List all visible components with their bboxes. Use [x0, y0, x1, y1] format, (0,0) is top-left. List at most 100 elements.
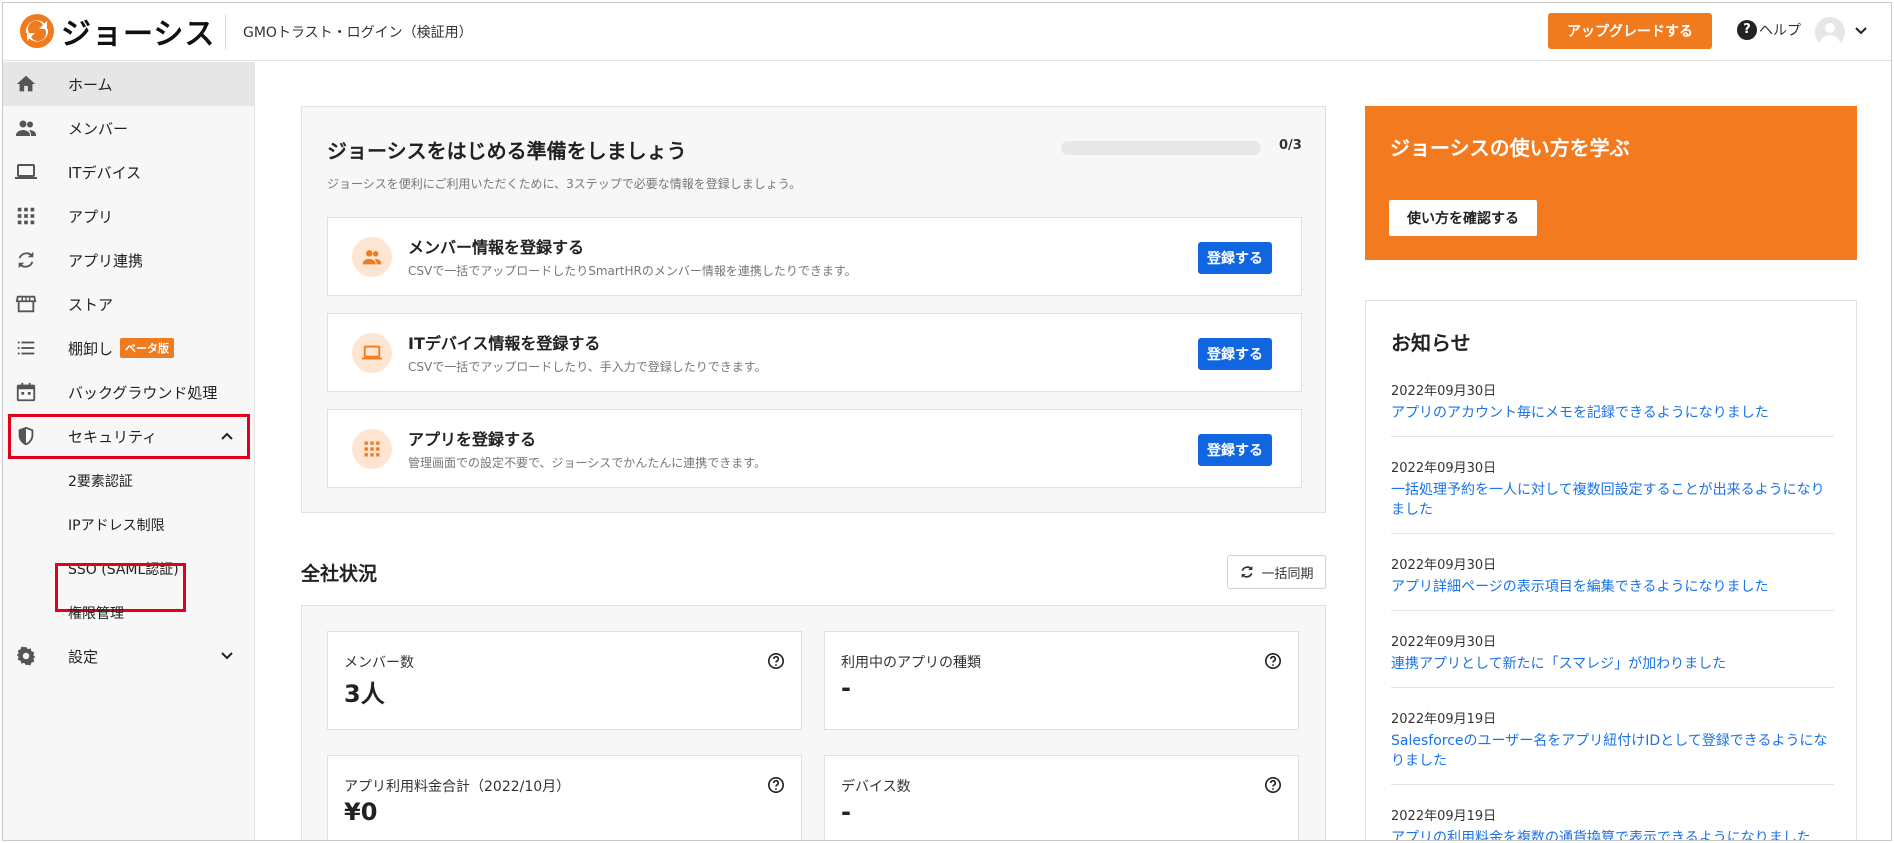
bulk-sync-button[interactable]: 一括同期 [1227, 555, 1326, 589]
sidebar-item-label: ストア [68, 295, 114, 314]
divider [1391, 533, 1834, 534]
stat-label: 利用中のアプリの種類 [841, 655, 981, 671]
stat-card-app-fees: アプリ利用料金合計（2022/10月） ¥0 [327, 755, 802, 840]
help-icon: ? [1737, 20, 1757, 40]
sidebar-item-apps[interactable]: アプリ [3, 194, 255, 238]
people-icon [352, 237, 392, 277]
sidebar-item-label: ITデバイス [68, 163, 142, 182]
stat-card-devices: デバイス数 - [824, 755, 1299, 840]
step-title: アプリを登録する [408, 430, 537, 449]
sidebar-subitem-label: IPアドレス制限 [68, 518, 165, 534]
step-description: 管理画面での設定不要で、ジョーシスでかんたんに連携できます。 [408, 456, 767, 470]
sidebar-item-settings[interactable]: 設定 [3, 634, 255, 678]
register-devices-button[interactable]: 登録する [1198, 338, 1272, 370]
bulk-sync-label: 一括同期 [1261, 565, 1314, 581]
stat-label: メンバー数 [344, 655, 414, 671]
divider [1391, 610, 1834, 611]
news-title: お知らせ [1391, 331, 1471, 355]
news-panel: お知らせ 2022年09月30日 アプリのアカウント毎にメモを記録できるようにな… [1365, 300, 1857, 840]
sidebar-subitem-two-factor[interactable]: 2要素認証 [3, 458, 255, 502]
setup-step-apps: アプリを登録する 管理画面での設定不要で、ジョーシスでかんたんに連携できます。 … [327, 409, 1302, 488]
sidebar-item-members[interactable]: メンバー [3, 106, 255, 150]
laptop-icon [352, 333, 392, 373]
sidebar-subitem-permissions[interactable]: 権限管理 [3, 590, 255, 634]
help-link[interactable]: ? ヘルプ [1737, 20, 1801, 40]
question-icon[interactable] [1264, 776, 1282, 794]
register-apps-button[interactable]: 登録する [1198, 434, 1272, 466]
divider [1391, 687, 1834, 688]
news-date: 2022年09月30日 [1391, 461, 1497, 476]
sidebar-item-store[interactable]: ストア [3, 282, 255, 326]
stat-value: - [841, 674, 851, 702]
sidebar-item-app-integration[interactable]: アプリ連携 [3, 238, 255, 282]
calendar-icon [14, 380, 38, 404]
learn-usage-panel: ジョーシスの使い方を学ぶ 使い方を確認する [1365, 106, 1857, 260]
divider [1391, 436, 1834, 437]
step-description: CSVで一括でアップロードしたりSmartHRのメンバー情報を連携したりできます… [408, 264, 857, 278]
news-date: 2022年09月30日 [1391, 384, 1497, 399]
beta-badge: ベータ版 [120, 338, 174, 358]
header-divider [225, 15, 226, 49]
setup-panel: ジョーシスをはじめる準備をしましょう 0/3 ジョーシスを便利にご利用いただくた… [301, 106, 1326, 513]
laptop-icon [14, 160, 38, 184]
news-link[interactable]: Salesforceのユーザー名をアプリ紐付けIDとして登録できるようになりまし… [1391, 731, 1834, 771]
sync-icon [14, 248, 38, 272]
sidebar-item-label: 棚卸し [68, 339, 114, 358]
chevron-down-icon[interactable] [1853, 23, 1869, 39]
organization-name: GMOトラスト・ログイン（検証用） [243, 25, 473, 41]
news-item: 2022年09月30日 アプリ詳細ページの表示項目を編集できるようになりました [1391, 554, 1834, 597]
chevron-down-icon[interactable] [219, 648, 235, 664]
question-icon[interactable] [1264, 652, 1282, 670]
sidebar-item-label: メンバー [68, 119, 129, 138]
sidebar: ホーム メンバー ITデバイス アプリ アプリ連携 ストア 棚卸し ベータ版 バ… [3, 62, 255, 840]
stat-value: ¥0 [344, 798, 378, 826]
company-status-title: 全社状況 [301, 563, 378, 585]
company-status-panel: メンバー数 3人 利用中のアプリの種類 - アプリ利用料金合計（2022/10月… [301, 605, 1326, 840]
setup-description: ジョーシスを便利にご利用いただくために、3ステップで必要な情報を登録しましょう。 [327, 177, 802, 191]
list-icon [14, 336, 38, 360]
app-window: ジョーシス GMOトラスト・ログイン（検証用） アップグレードする ? ヘルプ … [2, 2, 1892, 841]
home-icon [14, 72, 38, 96]
gear-icon [14, 644, 38, 668]
question-icon[interactable] [767, 776, 785, 794]
news-item: 2022年09月30日 アプリのアカウント毎にメモを記録できるようになりました [1391, 380, 1834, 423]
sidebar-item-label: バックグラウンド処理 [68, 383, 218, 402]
sidebar-subitem-label: 2要素認証 [68, 474, 133, 490]
setup-title: ジョーシスをはじめる準備をしましょう [327, 139, 687, 163]
sidebar-item-home[interactable]: ホーム [3, 62, 255, 106]
upgrade-button[interactable]: アップグレードする [1548, 13, 1712, 49]
news-link[interactable]: アプリ詳細ページの表示項目を編集できるようになりました [1391, 577, 1834, 597]
stat-card-app-types: 利用中のアプリの種類 - [824, 631, 1299, 730]
register-members-button[interactable]: 登録する [1198, 242, 1272, 274]
user-avatar[interactable] [1815, 17, 1845, 47]
sync-icon [1242, 566, 1253, 578]
brand-logo[interactable]: ジョーシス [19, 11, 216, 52]
news-item: 2022年09月19日 アプリの利用料金を複数の通貨換算で表示できるようになりま… [1391, 805, 1834, 840]
scrollbar[interactable] [1879, 62, 1891, 840]
sidebar-item-label: アプリ [68, 207, 114, 226]
news-link[interactable]: 連携アプリとして新たに「スマレジ」が加わりました [1391, 654, 1834, 674]
news-item: 2022年09月30日 一括処理予約を一人に対して複数回設定することが出来るよう… [1391, 457, 1834, 520]
sidebar-item-label: アプリ連携 [68, 251, 144, 270]
stat-card-members: メンバー数 3人 [327, 631, 802, 730]
question-icon[interactable] [767, 652, 785, 670]
news-link[interactable]: アプリのアカウント毎にメモを記録できるようになりました [1391, 403, 1834, 423]
sidebar-item-it-devices[interactable]: ITデバイス [3, 150, 255, 194]
setup-progress-text: 0/3 [1279, 138, 1302, 153]
stat-value: 3人 [344, 680, 385, 708]
divider [1391, 784, 1834, 785]
news-date: 2022年09月19日 [1391, 809, 1497, 824]
store-icon [14, 292, 38, 316]
sidebar-subitem-label: 権限管理 [68, 606, 124, 622]
sidebar-item-inventory[interactable]: 棚卸し ベータ版 [3, 326, 255, 370]
setup-progress-bar [1061, 141, 1261, 155]
logo-text: ジョーシス [61, 17, 216, 52]
sidebar-subitem-ip-restriction[interactable]: IPアドレス制限 [3, 502, 255, 546]
top-header: ジョーシス GMOトラスト・ログイン（検証用） アップグレードする ? ヘルプ [3, 3, 1891, 61]
news-link[interactable]: アプリの利用料金を複数の通貨換算で表示できるようになりました [1391, 828, 1834, 840]
news-date: 2022年09月30日 [1391, 635, 1497, 650]
stat-label: アプリ利用料金合計（2022/10月） [344, 779, 571, 795]
sidebar-item-background-jobs[interactable]: バックグラウンド処理 [3, 370, 255, 414]
check-usage-button[interactable]: 使い方を確認する [1389, 200, 1537, 236]
news-link[interactable]: 一括処理予約を一人に対して複数回設定することが出来るようになりました [1391, 480, 1834, 520]
